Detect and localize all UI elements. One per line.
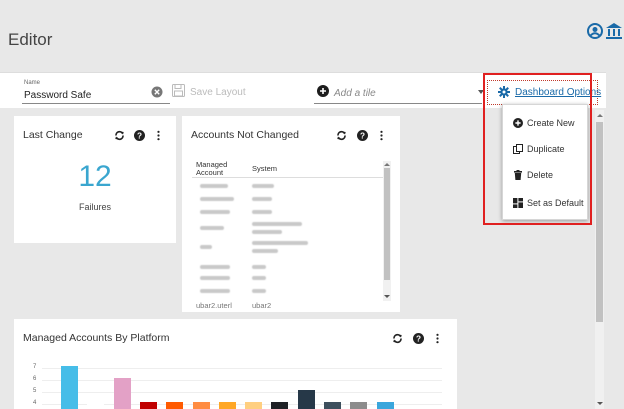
chart-bar[interactable] — [350, 402, 368, 409]
chart-bar[interactable] — [324, 402, 341, 409]
table-row — [200, 276, 230, 280]
grid-line — [42, 368, 442, 369]
scroll-down-icon[interactable] — [597, 402, 603, 405]
add-tile-input[interactable]: Add a tile — [334, 88, 376, 99]
chart-bar[interactable] — [245, 402, 263, 409]
add-tile-underline — [314, 103, 482, 104]
scroll-up-icon[interactable] — [597, 114, 603, 117]
failures-count: 12 — [78, 160, 112, 193]
plus-circle-icon — [317, 85, 329, 97]
chart-bar[interactable] — [271, 402, 289, 409]
by-platform-title: Managed Accounts By Platform — [23, 332, 170, 344]
y-tick-label: 6 — [33, 376, 37, 382]
scroll-down-icon[interactable] — [384, 295, 390, 298]
scroll-up-icon[interactable] — [384, 163, 390, 166]
accounts-not-changed-title: Accounts Not Changed — [191, 129, 299, 141]
svg-text:?: ? — [360, 131, 365, 140]
more-vertical-icon[interactable] — [153, 130, 164, 141]
table-header-divider — [192, 177, 386, 178]
table-row — [252, 249, 278, 253]
svg-text:?: ? — [137, 131, 142, 140]
chart-bar[interactable] — [139, 402, 157, 409]
table-row — [252, 210, 272, 214]
table-row — [200, 184, 228, 188]
help-icon[interactable]: ? — [357, 130, 368, 141]
column-header-system[interactable]: System — [252, 165, 277, 173]
table-scrollbar-thumb[interactable] — [384, 168, 390, 280]
chart-bar[interactable] — [218, 402, 236, 409]
y-tick-label: 5 — [33, 388, 37, 394]
table-row — [200, 197, 234, 201]
name-input[interactable]: Password Safe — [24, 90, 91, 101]
failures-label: Failures — [78, 202, 111, 212]
table-row — [200, 226, 224, 230]
table-row — [252, 265, 266, 269]
chart-bar[interactable] — [61, 366, 78, 409]
table-row — [252, 289, 266, 293]
highlight-box — [483, 73, 592, 225]
grid-line — [42, 392, 442, 393]
page-title: Editor — [8, 30, 53, 49]
save-layout-button[interactable]: Save Layout — [190, 87, 246, 98]
table-row — [252, 276, 266, 280]
table-row — [252, 197, 272, 201]
clear-icon[interactable] — [151, 86, 163, 98]
refresh-icon[interactable] — [336, 130, 347, 141]
table-row — [252, 241, 308, 245]
refresh-icon[interactable] — [392, 333, 403, 344]
refresh-icon[interactable] — [114, 130, 125, 141]
last-change-title: Last Change — [23, 129, 83, 141]
more-vertical-icon[interactable] — [432, 333, 443, 344]
bank-icon[interactable] — [605, 22, 623, 40]
chart-bar[interactable] — [376, 402, 394, 409]
name-input-underline — [22, 103, 170, 104]
table-row — [252, 222, 302, 226]
chart-bar[interactable] — [166, 402, 184, 409]
top-bar — [0, 0, 624, 72]
name-field-label: Name — [24, 80, 41, 86]
table-cell: ubar2 — [252, 301, 272, 310]
more-vertical-icon[interactable] — [376, 130, 387, 141]
chart-bar[interactable] — [87, 402, 105, 409]
page-scrollbar-thumb[interactable] — [596, 122, 603, 322]
save-icon — [172, 84, 185, 97]
table-row — [200, 289, 230, 293]
table-row — [252, 184, 274, 188]
table-row — [200, 245, 212, 249]
svg-text:?: ? — [416, 334, 421, 343]
chart-bar[interactable] — [192, 402, 210, 409]
chart-bar[interactable] — [297, 390, 315, 409]
table-row — [252, 230, 282, 234]
accounts-not-changed-tile — [182, 116, 400, 312]
table-row — [200, 265, 230, 269]
help-icon[interactable]: ? — [134, 130, 145, 141]
table-cell: ubar2.uterl — [196, 301, 232, 310]
y-tick-label: 7 — [33, 364, 37, 370]
y-tick-label: 4 — [33, 400, 37, 406]
table-row — [200, 210, 230, 214]
column-header-managed-account[interactable]: Managed Account — [196, 161, 236, 177]
grid-line — [42, 380, 442, 381]
chart-bar[interactable] — [113, 378, 131, 409]
help-icon[interactable]: ? — [413, 333, 424, 344]
user-circle-icon[interactable] — [586, 22, 604, 40]
